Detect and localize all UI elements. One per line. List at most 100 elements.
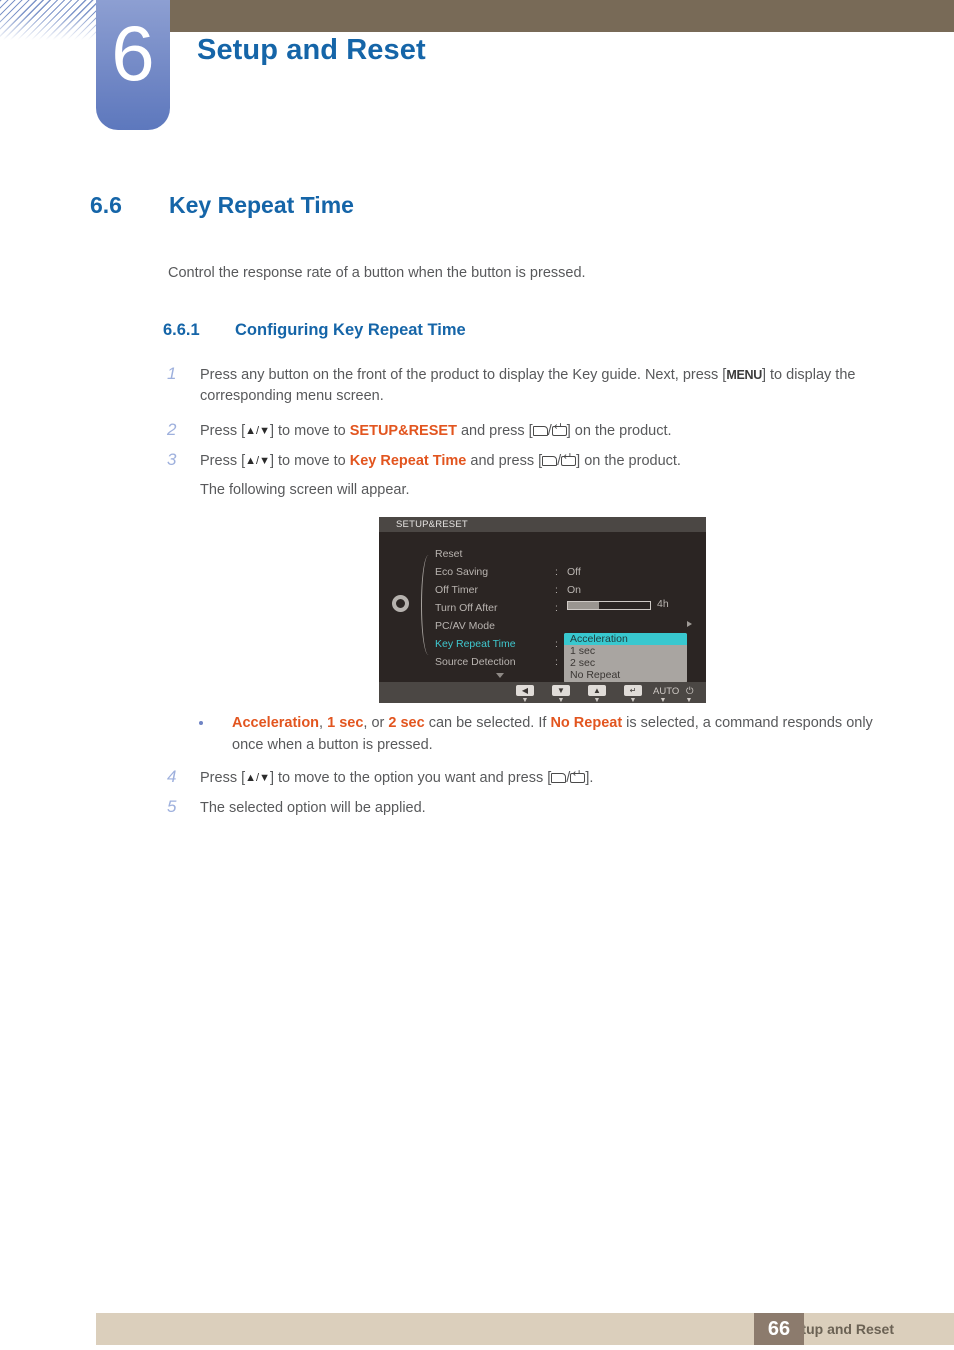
osd-row-turn-off-after[interactable]: Turn Off After bbox=[435, 602, 497, 614]
note-option-2sec: 2 sec bbox=[388, 715, 425, 731]
osd-colon: : bbox=[555, 638, 558, 650]
left-arrow-icon: ◀ bbox=[521, 686, 529, 695]
power-button[interactable]: ⏻ bbox=[686, 686, 694, 697]
turn-off-after-slider[interactable] bbox=[567, 601, 651, 610]
settings-gear-icon bbox=[392, 595, 409, 612]
note-mid: can be selected. If bbox=[424, 715, 551, 731]
step-number: 1 bbox=[167, 364, 177, 383]
step-text: Press any button on the front of the pro… bbox=[200, 365, 898, 407]
step-text-c: and press [ bbox=[456, 423, 533, 439]
up-arrow-caption: ▼ bbox=[593, 697, 601, 703]
menu-box-icon bbox=[532, 426, 548, 436]
subsection-heading: 6.6.1 Configuring Key Repeat Time bbox=[163, 321, 466, 340]
step-number: 2 bbox=[167, 420, 177, 439]
step-text-d: ]. bbox=[585, 770, 594, 786]
note-option-acceleration: Acceleration bbox=[232, 715, 320, 731]
step-number: 4 bbox=[167, 767, 177, 786]
osd-row-reset[interactable]: Reset bbox=[435, 548, 462, 560]
auto-caption: ▼ bbox=[659, 697, 667, 703]
step-text-b: ] to move to bbox=[269, 423, 350, 439]
key-repeat-time-dropdown[interactable]: Acceleration 1 sec 2 sec No Repeat bbox=[564, 633, 687, 683]
menu-box-icon bbox=[551, 773, 567, 783]
step-text-a: Press [ bbox=[200, 453, 246, 469]
step-text-a: Press any button on the front of the pro… bbox=[200, 367, 727, 383]
dropdown-option-1sec[interactable]: 1 sec bbox=[564, 645, 687, 657]
menu-box-icon bbox=[542, 456, 558, 466]
menu-key-label: MENU bbox=[726, 368, 762, 382]
enter-key-icon bbox=[570, 769, 586, 783]
step-text: Press [▲/▼] to move to Key Repeat Time a… bbox=[200, 451, 898, 472]
menu-brace-decoration bbox=[421, 555, 436, 655]
step-text-b: ] to move to bbox=[269, 453, 350, 469]
step-3: 3 Press [▲/▼] to move to Key Repeat Time… bbox=[167, 450, 898, 501]
section-number: 6.6 bbox=[90, 192, 122, 218]
step-4: 4 Press [▲/▼] to move to the option you … bbox=[167, 767, 898, 789]
chapter-title: Setup and Reset bbox=[197, 34, 426, 66]
step-highlight: Key Repeat Time bbox=[349, 453, 467, 469]
dropdown-option-no-repeat[interactable]: No Repeat bbox=[564, 669, 687, 681]
subsection-title: Configuring Key Repeat Time bbox=[235, 321, 466, 339]
dropdown-option-acceleration[interactable]: Acceleration bbox=[564, 633, 687, 645]
osd-row-pc-av-mode[interactable]: PC/AV Mode bbox=[435, 620, 495, 632]
step-text-d: ] on the product. bbox=[576, 453, 681, 469]
osd-title-bar: SETUP&RESET bbox=[379, 517, 706, 532]
step-text-b: ] to move to the option you want and pre… bbox=[269, 770, 552, 786]
chevron-right-icon bbox=[687, 621, 692, 627]
section-heading: 6.6 Key Repeat Time bbox=[90, 192, 910, 219]
step-text: Press [▲/▼] to move to SETUP&RESET and p… bbox=[200, 421, 898, 442]
up-arrow-button[interactable]: ▲ bbox=[588, 685, 606, 696]
osd-menu-screenshot: SETUP&RESET Reset Eco Saving : Off Off T… bbox=[379, 517, 706, 703]
note-option-no-repeat: No Repeat bbox=[550, 715, 623, 731]
down-arrow-button[interactable]: ▼ bbox=[552, 685, 570, 696]
osd-row-key-repeat-time[interactable]: Key Repeat Time bbox=[435, 638, 516, 650]
osd-row-off-timer[interactable]: Off Timer bbox=[435, 584, 478, 596]
chapter-badge: 6 bbox=[96, 0, 170, 130]
left-arrow-caption: ▼ bbox=[521, 697, 529, 703]
note-sep-2: , or bbox=[363, 715, 389, 731]
down-arrow-caption: ▼ bbox=[557, 697, 565, 703]
step-text-d: ] on the product. bbox=[566, 423, 672, 439]
down-arrow-icon: ▼ bbox=[557, 686, 565, 695]
note-option-1sec: 1 sec bbox=[327, 715, 364, 731]
up-arrow-icon: ▲ bbox=[593, 686, 601, 695]
step-5: 5 The selected option will be applied. bbox=[167, 797, 898, 819]
header-brown-bar bbox=[170, 0, 954, 32]
step-text: The selected option will be applied. bbox=[200, 800, 426, 816]
updown-arrow-icon: ▲/▼ bbox=[245, 772, 270, 784]
osd-colon: : bbox=[555, 656, 558, 668]
step-text: Press [▲/▼] to move to the option you wa… bbox=[200, 768, 898, 789]
slider-fill bbox=[568, 602, 600, 609]
step-number: 5 bbox=[167, 797, 177, 816]
step-highlight: SETUP&RESET bbox=[349, 423, 457, 439]
osd-colon: : bbox=[555, 566, 558, 578]
osd-row-eco-saving[interactable]: Eco Saving bbox=[435, 566, 488, 578]
page-number: 66 bbox=[754, 1313, 804, 1345]
auto-button[interactable]: AUTO bbox=[653, 686, 679, 697]
enter-key-icon bbox=[551, 422, 567, 436]
enter-icon: ↵ bbox=[629, 686, 637, 695]
step-1: 1 Press any button on the front of the p… bbox=[167, 364, 898, 407]
osd-button-bar: ◀ ▼ ▼ ▼ ▲ ▼ ↵ ▼ AUTO ▼ ⏻ ▼ bbox=[379, 682, 706, 703]
section-intro-text: Control the response rate of a button wh… bbox=[168, 265, 586, 281]
hatched-decoration bbox=[0, 0, 96, 40]
note-sep-1: , bbox=[319, 715, 328, 731]
chapter-number: 6 bbox=[111, 9, 155, 97]
step-text-a: Press [ bbox=[200, 423, 246, 439]
osd-row-source-detection[interactable]: Source Detection bbox=[435, 656, 516, 668]
enter-key-icon bbox=[561, 452, 577, 466]
osd-colon: : bbox=[555, 602, 558, 614]
dropdown-option-2sec[interactable]: 2 sec bbox=[564, 657, 687, 669]
enter-caption: ▼ bbox=[629, 697, 637, 703]
osd-colon: : bbox=[555, 584, 558, 596]
left-arrow-button[interactable]: ◀ bbox=[516, 685, 534, 696]
footer-bar: 6 Setup and Reset bbox=[96, 1313, 954, 1345]
section-title: Key Repeat Time bbox=[169, 192, 354, 218]
scroll-down-icon bbox=[496, 673, 504, 678]
osd-value-off-timer: On bbox=[567, 584, 582, 596]
bullet-dot-icon bbox=[199, 721, 203, 725]
options-note: Acceleration, 1 sec, or 2 sec can be sel… bbox=[199, 712, 899, 756]
step-number: 3 bbox=[167, 450, 177, 469]
step-subtext: The following screen will appear. bbox=[200, 482, 410, 498]
slider-value-label: 4h bbox=[657, 598, 669, 610]
enter-button[interactable]: ↵ bbox=[624, 685, 642, 696]
